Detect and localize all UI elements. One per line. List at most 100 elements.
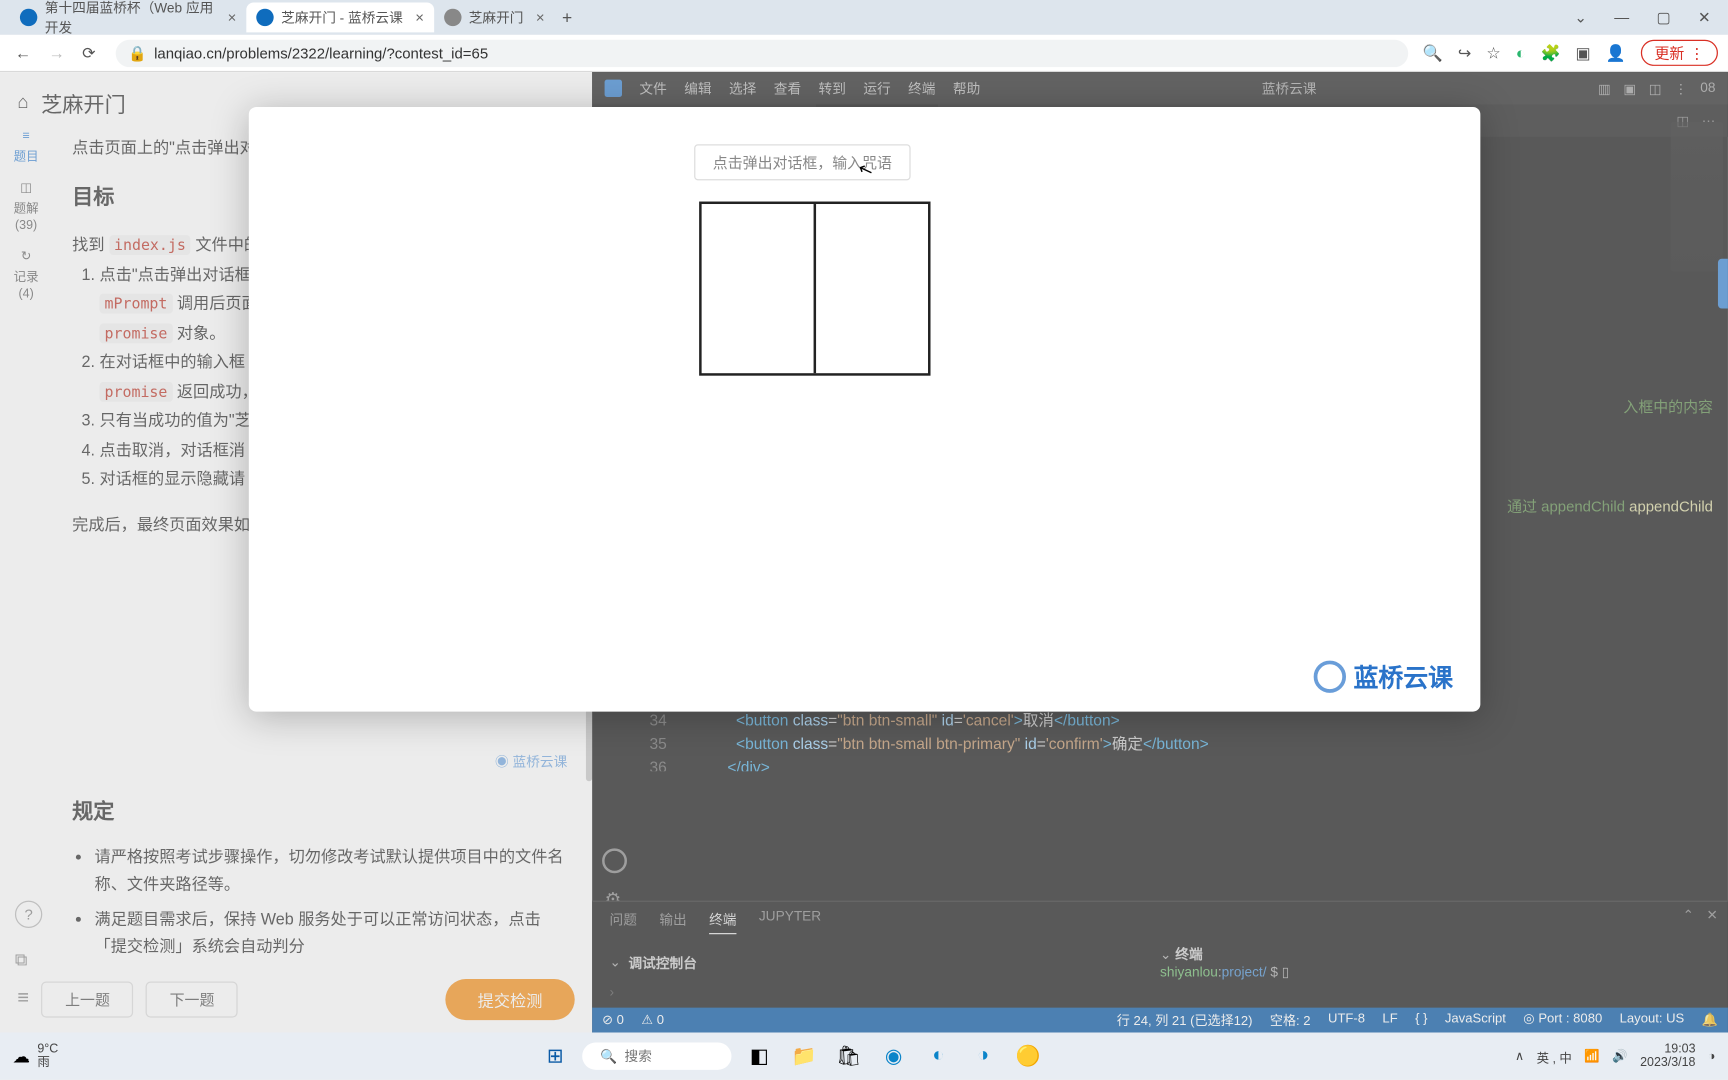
status-port[interactable]: ◎ Port : 8080: [1523, 1011, 1602, 1030]
book-icon: ◫: [20, 182, 32, 196]
prev-button[interactable]: 上一题: [41, 981, 133, 1017]
close-icon[interactable]: ×: [415, 9, 424, 26]
panel-tab-terminal[interactable]: 终端: [709, 909, 736, 934]
minimize-button[interactable]: —: [1614, 9, 1629, 26]
status-encoding[interactable]: UTF-8: [1328, 1011, 1365, 1030]
edge-beta-icon[interactable]: ◑: [966, 1039, 1001, 1074]
menu-terminal[interactable]: 终端: [908, 78, 935, 98]
weather-icon[interactable]: ☁: [12, 1046, 29, 1067]
menu-go[interactable]: 转到: [819, 78, 846, 98]
star-icon[interactable]: ☆: [1486, 43, 1501, 63]
menu-run[interactable]: 运行: [863, 78, 890, 98]
chevron-down-icon[interactable]: ⌄: [610, 954, 621, 970]
sidepanel-icon[interactable]: ▣: [1576, 43, 1591, 63]
tray-overflow-icon[interactable]: ∧: [1515, 1049, 1524, 1063]
layout-icon[interactable]: ▣: [1623, 80, 1636, 96]
menu-edit[interactable]: 编辑: [684, 78, 711, 98]
bell-icon[interactable]: 🔔: [1702, 1011, 1718, 1030]
cursor-icon: ▯: [1282, 965, 1290, 980]
layout-icon[interactable]: ▥: [1598, 80, 1611, 96]
task-view-icon[interactable]: ◧: [742, 1039, 777, 1074]
rail-label: 题目: [14, 146, 39, 165]
edge-dev-icon[interactable]: ◐: [921, 1039, 956, 1074]
ime-indicator[interactable]: 英 , 中: [1537, 1047, 1572, 1066]
profile-icon[interactable]: 👤: [1606, 43, 1626, 63]
status-eol[interactable]: LF: [1382, 1011, 1397, 1030]
volume-icon[interactable]: 🔊: [1612, 1049, 1627, 1063]
panel-tab-problems[interactable]: 问题: [610, 909, 637, 934]
close-window-button[interactable]: ✕: [1698, 9, 1711, 26]
home-icon[interactable]: ⌂: [17, 92, 28, 113]
browser-tab-0[interactable]: 第十四届蓝桥杯（Web 应用开发 ×: [10, 2, 246, 32]
close-icon[interactable]: ×: [228, 9, 237, 26]
terminal-label: 终端: [1175, 948, 1202, 963]
brand-text: 蓝桥云课: [1353, 658, 1453, 694]
kebab-icon[interactable]: ⋮: [1689, 44, 1704, 61]
weather-cond: 雨: [37, 1056, 58, 1070]
status-spaces[interactable]: 空格: 2: [1270, 1011, 1311, 1030]
status-errors[interactable]: ⊘ 0: [602, 1013, 624, 1028]
rail-problem[interactable]: ≡ 题目: [14, 129, 39, 164]
account-icon[interactable]: [602, 848, 627, 873]
problem-footer: ≡ 上一题 下一题 提交检测: [0, 965, 592, 1032]
panel-max-icon[interactable]: ⌃: [1683, 907, 1694, 923]
update-label: 更新: [1655, 42, 1685, 63]
chevron-down-icon[interactable]: ⌄: [1574, 9, 1587, 26]
rail-history[interactable]: ↻ 记录 (4): [14, 250, 39, 301]
panel-tab-jupyter[interactable]: JUPYTER: [759, 909, 821, 934]
menu-view[interactable]: 查看: [774, 78, 801, 98]
extension-icon[interactable]: ◐: [1516, 44, 1526, 63]
taskbar-clock[interactable]: 19:03 2023/3/18: [1640, 1042, 1695, 1069]
status-layout[interactable]: Layout: US: [1620, 1011, 1685, 1030]
chrome-icon[interactable]: 🟡: [1011, 1039, 1046, 1074]
weather-widget[interactable]: 9°C 雨: [37, 1042, 58, 1069]
submit-button[interactable]: 提交检测: [445, 978, 574, 1019]
panel-tab-output[interactable]: 输出: [659, 909, 686, 934]
forward-button[interactable]: →: [44, 41, 70, 65]
vscode-menubar: 文件 编辑 选择 查看 转到 运行 终端 帮助 蓝桥云课 ▥ ▣ ◫ ⋮ 08: [592, 72, 1728, 104]
start-button[interactable]: ⊞: [538, 1039, 573, 1074]
status-cursor-pos[interactable]: 行 24, 列 21 (已选择12): [1117, 1011, 1253, 1030]
watermark: ◉ 蓝桥云课: [72, 751, 567, 776]
browser-tab-1[interactable]: 芝麻开门 - 蓝桥云课 ×: [246, 2, 434, 32]
wifi-icon[interactable]: 📶: [1584, 1049, 1599, 1063]
taskbar-search[interactable]: 🔍 搜索: [583, 1042, 732, 1069]
prompt-icon[interactable]: ›: [610, 985, 615, 1000]
menu-file[interactable]: 文件: [639, 78, 666, 98]
chevron-down-icon[interactable]: ⌄: [1160, 948, 1171, 963]
help-button[interactable]: ?: [15, 901, 42, 928]
new-tab-button[interactable]: +: [562, 7, 572, 27]
rail-solutions[interactable]: ◫ 题解 (39): [14, 182, 39, 233]
browser-tab-2[interactable]: 芝麻开门 ×: [434, 2, 555, 32]
close-icon[interactable]: ×: [536, 9, 545, 26]
preview-modal: 点击弹出对话框，输入咒语 ↖ 蓝桥云课: [249, 107, 1481, 712]
share-icon[interactable]: ↪: [1458, 43, 1472, 63]
list-button[interactable]: ≡: [17, 988, 29, 1010]
layout-icon[interactable]: ◫: [1649, 80, 1662, 96]
pull-handle[interactable]: [1718, 259, 1728, 309]
status-braces[interactable]: { }: [1415, 1011, 1427, 1030]
store-icon[interactable]: 🛍: [831, 1039, 866, 1074]
minimap[interactable]: [1671, 122, 1723, 271]
door-left: [702, 204, 816, 373]
maximize-button[interactable]: ▢: [1657, 9, 1671, 26]
notifications-icon[interactable]: ◑: [1708, 1049, 1716, 1063]
more-icon[interactable]: ⋮: [1674, 80, 1688, 96]
open-dialog-button[interactable]: 点击弹出对话框，输入咒语: [694, 144, 910, 180]
terminal-prompt[interactable]: shiyanlou:project/ $ ▯: [1160, 964, 1710, 980]
extensions-icon[interactable]: 🧩: [1540, 43, 1560, 63]
list-item: 满足题目需求后，保持 Web 服务处于可以正常访问状态，点击「提交检测」系统会自…: [95, 906, 568, 961]
update-button[interactable]: 更新 ⋮: [1641, 40, 1718, 66]
next-button[interactable]: 下一题: [146, 981, 238, 1017]
edge-icon[interactable]: ◉: [876, 1039, 911, 1074]
address-bar[interactable]: 🔒 lanqiao.cn/problems/2322/learning/?con…: [116, 39, 1408, 66]
reload-button[interactable]: ⟳: [77, 40, 101, 65]
back-button[interactable]: ←: [10, 41, 36, 65]
explorer-icon[interactable]: 📁: [787, 1039, 822, 1074]
menu-selection[interactable]: 选择: [729, 78, 756, 98]
panel-close-icon[interactable]: ✕: [1706, 907, 1717, 923]
status-language[interactable]: JavaScript: [1445, 1011, 1506, 1030]
status-warnings[interactable]: ⚠ 0: [641, 1013, 664, 1028]
menu-help[interactable]: 帮助: [953, 78, 980, 98]
zoom-icon[interactable]: 🔍: [1423, 43, 1443, 63]
